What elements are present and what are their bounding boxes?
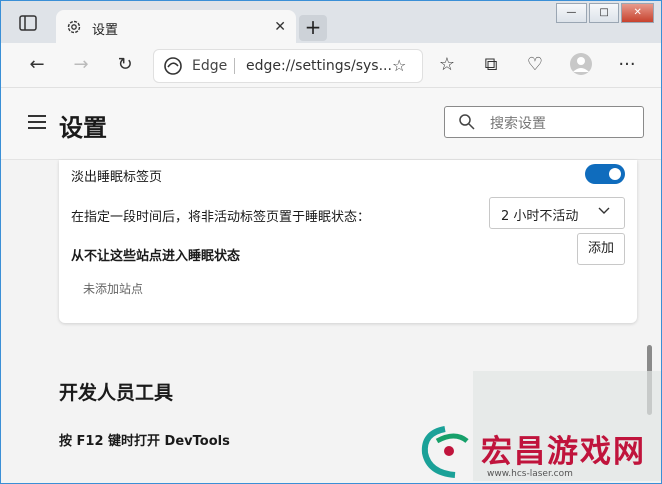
back-icon[interactable]: ← xyxy=(25,53,49,77)
sleep-timeout-label: 在指定一段时间后，将非活动标签页置于睡眠状态： xyxy=(71,210,371,225)
search-input[interactable]: 搜索设置 xyxy=(444,106,644,138)
forward-icon[interactable]: → xyxy=(69,53,93,77)
tab-settings[interactable]: 设置 ✕ xyxy=(56,10,296,44)
chevron-down-icon xyxy=(598,207,610,214)
sleep-timeout-select[interactable]: 2 小时不活动 xyxy=(489,197,625,229)
add-favorite-icon[interactable]: ☆ xyxy=(392,56,406,75)
close-window-button[interactable]: ✕ xyxy=(621,3,655,23)
refresh-icon[interactable]: ↻ xyxy=(113,53,137,77)
title-bar: 设置 ✕ + — □ ✕ xyxy=(1,1,661,44)
browser-window: 设置 ✕ + — □ ✕ ← → ↻ Edge edge://settings/… xyxy=(0,0,662,484)
gear-icon xyxy=(67,20,81,34)
search-placeholder: 搜索设置 xyxy=(490,116,546,132)
watermark: 宏昌游戏网 www.hcs-laser.com xyxy=(413,371,661,483)
tab-title: 设置 xyxy=(92,23,119,38)
developer-tools-title: 开发人员工具 xyxy=(59,382,174,404)
url-text[interactable]: edge://settings/sys... xyxy=(246,58,392,74)
watermark-text: 宏昌游戏网 xyxy=(481,434,646,470)
toolbar: ← → ↻ Edge edge://settings/sys... ☆ ☆ ⧉ … xyxy=(1,43,661,88)
page-title: 设置 xyxy=(59,114,107,142)
sleep-timeout-value: 2 小时不活动 xyxy=(501,209,579,224)
window-controls: — □ ✕ xyxy=(554,3,655,23)
search-icon xyxy=(459,114,475,130)
browser-essentials-icon[interactable]: ♡ xyxy=(523,53,547,77)
address-bar[interactable]: Edge edge://settings/sys... ☆ xyxy=(153,49,423,83)
profile-icon[interactable] xyxy=(569,53,593,77)
edge-logo-icon xyxy=(164,57,182,75)
devtools-f12-label: 按 F12 键时打开 DevTools xyxy=(59,434,230,449)
watermark-logo-icon xyxy=(421,426,469,478)
fade-sleeping-tabs-label: 淡出睡眠标签页 xyxy=(71,170,163,185)
never-sleep-label: 从不让这些站点进入睡眠状态 xyxy=(71,249,241,264)
more-icon[interactable]: ··· xyxy=(615,53,639,77)
collections-icon[interactable]: ⧉ xyxy=(479,53,503,77)
edge-label: Edge xyxy=(192,58,228,74)
menu-icon[interactable] xyxy=(28,115,46,129)
address-separator xyxy=(234,58,235,74)
minimize-button[interactable]: — xyxy=(556,3,587,23)
settings-header: 设置 搜索设置 xyxy=(1,88,661,160)
close-icon[interactable]: ✕ xyxy=(274,19,286,35)
favorites-icon[interactable]: ☆ xyxy=(435,53,459,77)
sleeping-tabs-card: 淡出睡眠标签页 在指定一段时间后，将非活动标签页置于睡眠状态： 2 小时不活动 … xyxy=(59,160,637,323)
watermark-url: www.hcs-laser.com xyxy=(487,469,573,479)
empty-sites-text: 未添加站点 xyxy=(83,282,144,296)
tab-actions-icon[interactable] xyxy=(19,15,37,31)
fade-sleeping-tabs-toggle[interactable] xyxy=(585,164,625,184)
add-site-button[interactable]: 添加 xyxy=(577,233,625,265)
maximize-button[interactable]: □ xyxy=(588,3,620,23)
plus-icon[interactable]: + xyxy=(299,15,327,41)
